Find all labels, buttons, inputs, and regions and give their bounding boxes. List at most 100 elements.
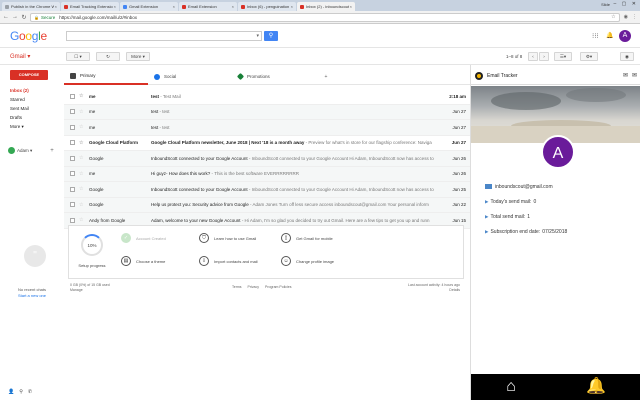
menu-kebab-icon[interactable]: ⋮ xyxy=(632,14,637,20)
gmail-app-switcher[interactable]: Gmail ▾ xyxy=(10,53,30,60)
start-chat-link[interactable]: Start a new one xyxy=(0,293,64,298)
browser-tab-3[interactable]: Email Extension × xyxy=(179,2,237,11)
tab-label: Primary xyxy=(80,73,96,78)
email-subject-snippet: test - Test Mail xyxy=(151,94,444,99)
tab-social[interactable]: Social xyxy=(148,68,232,85)
table-row[interactable]: ☆ Google Help us protect you: Security adv… xyxy=(64,197,470,213)
settings-button[interactable]: ⚙▾ xyxy=(580,52,598,61)
setup-step-import[interactable]: ⇩ Import contacts and mail xyxy=(199,256,258,266)
table-row[interactable]: ☆ Google Cloud Platform Google Cloud Platf… xyxy=(64,135,470,151)
browser-tab-2[interactable]: Gmail Extension × xyxy=(120,2,178,11)
setup-step-profile[interactable]: ☺ Change profile image xyxy=(281,256,334,266)
table-row[interactable]: ☆ Google InboundScott connected to your Go… xyxy=(64,182,470,198)
table-row[interactable]: ☆ Google InboundScott connected to your Go… xyxy=(64,151,470,167)
privacy-link[interactable]: Privacy xyxy=(248,285,259,289)
browser-tab-5[interactable]: Inbox (2) - inboundscout × xyxy=(297,2,355,11)
avatar xyxy=(8,147,15,154)
tracker-logo-icon xyxy=(475,72,483,80)
close-icon[interactable]: × xyxy=(173,4,175,9)
row-checkbox[interactable] xyxy=(70,202,75,208)
browser-profile-name[interactable]: Slide xyxy=(601,2,610,7)
mail-open-icon[interactable]: ✉ xyxy=(632,72,637,79)
browser-tab-1[interactable]: Email Tracking Extensio × xyxy=(61,2,119,11)
home-icon[interactable]: ⌂ xyxy=(506,377,516,397)
row-checkbox[interactable] xyxy=(70,217,75,223)
email-subject: Help us protect you: Security advice fro… xyxy=(151,202,249,208)
row-checkbox[interactable] xyxy=(70,109,75,115)
person-icon[interactable]: 👤 xyxy=(8,389,14,395)
tracker-extension-button[interactable]: ◉ xyxy=(620,52,634,61)
sidebar-footer: 👤 ⚲ ✆ xyxy=(8,389,32,395)
sidebar-item-sent[interactable]: Sent Mail xyxy=(0,104,64,113)
tab-favicon-icon xyxy=(182,4,186,9)
tab-promotions[interactable]: Promotions xyxy=(232,68,316,85)
table-row[interactable]: ☆ me Hi guyz- How does this work? - This i… xyxy=(64,166,470,182)
cover-cloud xyxy=(491,92,561,110)
notifications-bell-icon[interactable]: 🔔 xyxy=(606,32,613,39)
refresh-icon: ↻ xyxy=(106,53,110,59)
row-checkbox[interactable] xyxy=(70,171,75,177)
sidebar-item-drafts[interactable]: Drafts xyxy=(0,113,64,122)
location-icon[interactable]: ⚲ xyxy=(19,389,23,395)
triangle-right-icon: ▶ xyxy=(485,198,489,204)
reload-icon[interactable]: ↻ xyxy=(21,14,27,21)
more-button[interactable]: More ▾ xyxy=(126,52,150,61)
cover-cloud xyxy=(566,88,626,102)
mail-icon[interactable]: ✉ xyxy=(623,72,628,79)
next-page-button[interactable]: › xyxy=(539,52,549,61)
setup-step-theme[interactable]: ▤ Choose a theme xyxy=(121,256,165,266)
search-input[interactable]: ▾ xyxy=(66,31,262,41)
details-link[interactable]: Details xyxy=(400,288,460,293)
policies-link[interactable]: Program Policies xyxy=(265,285,291,289)
checkbox-icon: ☐ ▾ xyxy=(74,53,82,59)
row-checkbox[interactable] xyxy=(70,140,75,146)
table-row[interactable]: ☆ me test - test Jun 27 xyxy=(64,104,470,120)
window-controls[interactable]: ‒ ▢ ✕ xyxy=(614,1,638,7)
url-field[interactable]: 🔒 Secure https://mail.google.com/mail/u/… xyxy=(30,12,620,22)
sidebar-item-starred[interactable]: Starred xyxy=(0,95,64,104)
apps-grid-icon[interactable]: ⁝⁝⁝ xyxy=(592,32,599,40)
google-logo[interactable]: Google xyxy=(10,29,47,43)
extension-icon[interactable]: ◉ xyxy=(624,14,628,20)
browser-tab-4[interactable]: Inbox (6) - penguination × xyxy=(238,2,296,11)
browser-tab-0[interactable]: Publish in the Chrome W × xyxy=(2,2,60,11)
back-icon[interactable]: ← xyxy=(3,14,9,20)
table-row[interactable]: ☆ me test - test Jun 27 xyxy=(64,120,470,136)
row-checkbox[interactable] xyxy=(70,155,75,161)
table-row[interactable]: ☆ me test - Test Mail 2:18 am xyxy=(64,89,470,105)
tab-primary[interactable]: Primary xyxy=(64,68,148,85)
select-checkbox-button[interactable]: ☐ ▾ xyxy=(66,52,90,61)
sidebar-item-more[interactable]: More ▾ xyxy=(0,122,64,131)
terms-link[interactable]: Terms xyxy=(232,285,242,289)
compose-button[interactable]: COMPOSE xyxy=(10,70,48,80)
density-button[interactable]: ☰▾ xyxy=(554,52,572,61)
row-checkbox[interactable] xyxy=(70,186,75,192)
close-icon[interactable]: × xyxy=(350,4,352,9)
account-avatar[interactable]: A xyxy=(619,30,631,42)
account-activity: Last account activity: 4 hours ago Detai… xyxy=(400,283,460,292)
setup-step-learn[interactable]: ⛉ Learn how to use Gmail xyxy=(199,233,256,243)
close-icon[interactable]: × xyxy=(55,4,57,9)
refresh-button[interactable]: ↻ xyxy=(96,52,120,61)
total-label: Total send mail: xyxy=(490,213,526,220)
forward-icon[interactable]: → xyxy=(12,14,18,20)
email-subject-snippet: Google Cloud Platform newsletter, June 2… xyxy=(151,140,444,145)
close-icon[interactable]: × xyxy=(232,4,234,9)
close-icon[interactable]: × xyxy=(114,4,116,9)
bookmark-star-icon[interactable]: ☆ xyxy=(611,14,615,20)
add-tab-button[interactable]: + xyxy=(316,68,336,85)
setup-step-label: Get Gmail for mobile xyxy=(296,235,333,241)
plus-icon[interactable]: + xyxy=(50,148,54,154)
hangouts-account[interactable]: Adam ▾ + xyxy=(8,147,54,154)
row-checkbox[interactable] xyxy=(70,124,75,130)
search-options-dropdown-icon[interactable]: ▾ xyxy=(256,33,259,39)
close-icon[interactable]: × xyxy=(291,4,293,9)
setup-step-mobile[interactable]: ▯ Get Gmail for mobile xyxy=(281,233,333,243)
manage-link[interactable]: Manage xyxy=(70,288,110,293)
phone-icon[interactable]: ✆ xyxy=(28,389,32,395)
prev-page-button[interactable]: ‹ xyxy=(528,52,538,61)
sidebar-item-inbox[interactable]: Inbox (2) xyxy=(0,86,64,95)
bell-icon[interactable]: 🔔 xyxy=(586,377,606,397)
search-button[interactable]: ⚲ xyxy=(264,31,278,41)
row-checkbox[interactable] xyxy=(70,93,75,99)
